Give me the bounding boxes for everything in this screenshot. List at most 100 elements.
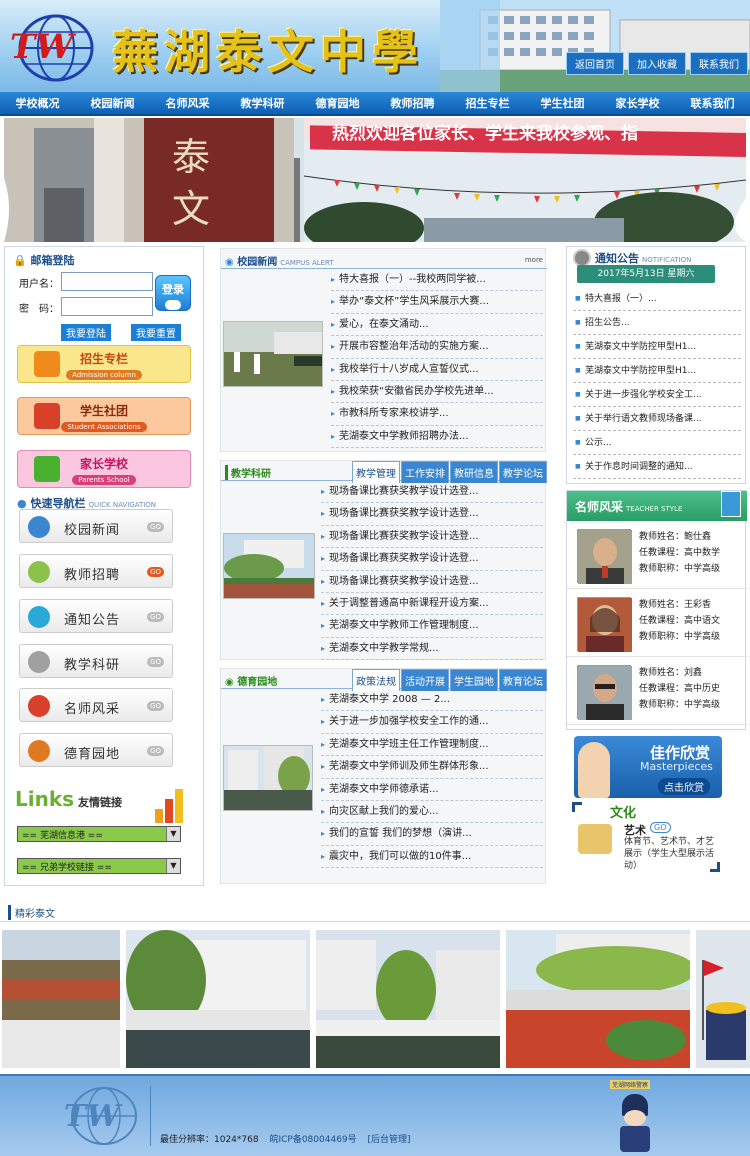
quicknav-moral[interactable]: 德育园地 GO [19, 733, 173, 767]
tab-activities[interactable]: 活动开展 [401, 669, 449, 691]
nav-teachers[interactable]: 名师风采 [162, 95, 214, 111]
news-item[interactable]: 爱心，在泰文涌动... [331, 314, 543, 337]
tab-research-info[interactable]: 教研信息 [450, 461, 498, 483]
tab-student-garden[interactable]: 学生园地 [450, 669, 498, 691]
admin-link[interactable]: [后台管理] [368, 1135, 411, 1145]
password-input[interactable] [61, 297, 153, 316]
login-button[interactable]: 登录 [155, 275, 191, 311]
moral-item[interactable]: 芜湖泰文中学 2008 — 2... [321, 689, 543, 712]
research-item[interactable]: 现场备课比赛获奖教学设计选登... [321, 571, 543, 593]
nav-admission[interactable]: 招生专栏 [462, 95, 514, 111]
moral-item[interactable]: 向灾区献上我们的爱心... [321, 801, 543, 824]
globe-icon [28, 606, 50, 628]
research-item[interactable]: 关于调整普通高中新课程开设方案... [321, 593, 543, 616]
pinwheel-icon [28, 740, 50, 762]
quicknav-recruit[interactable]: 教师招聘 GO [19, 554, 173, 588]
tab-education-forum[interactable]: 教育论坛 [499, 669, 547, 691]
culture-go-button[interactable]: GO [650, 822, 671, 833]
home-link[interactable]: 返回首页 [566, 52, 624, 75]
moral-list: 芜湖泰文中学 2008 — 2... 关于进一步加强学校安全工作的通... 芜湖… [321, 689, 543, 869]
teacher-card[interactable]: 教师姓名：鲍仕鑫 任教课程：高中数学 教师职称：中学高级 [567, 523, 747, 589]
nav-news[interactable]: 校园新闻 [87, 95, 139, 111]
main-nav: 学校概况 校园新闻 名师风采 教学科研 德育园地 教师招聘 招生专栏 学生社团 … [0, 92, 750, 116]
circle-icon: ◉ [225, 677, 234, 688]
research-item[interactable]: 现场备课比赛获奖教学设计选登... [321, 503, 543, 526]
school-logo[interactable]: TW [6, 12, 98, 82]
more-link[interactable]: more [525, 256, 543, 264]
moral-item[interactable]: 芜湖泰文中学师德承诺... [321, 779, 543, 801]
news-item[interactable]: 芜湖泰文中学教师招聘办法... [331, 426, 543, 449]
links-chart-icon [155, 787, 189, 823]
top-links: 返回首页 加入收藏 联系我们 [566, 52, 748, 75]
notice-item[interactable]: 芜湖泰文中学防控甲型H1... [573, 335, 741, 359]
news-item[interactable]: 特大喜报（一）--我校两同学被... [331, 269, 543, 292]
moral-item[interactable]: 芜湖泰文中学师训及师生群体形象... [321, 756, 543, 779]
gallery-photo[interactable] [316, 930, 500, 1068]
icp-link[interactable]: 皖ICP备08004469号 [269, 1135, 356, 1145]
nav-clubs[interactable]: 学生社团 [537, 95, 589, 111]
nav-research[interactable]: 教学科研 [237, 95, 289, 111]
feature-admission[interactable]: 招生专栏 Admission column [17, 345, 191, 383]
view-button[interactable]: 点击欣赏 [658, 778, 710, 795]
research-item[interactable]: 芜湖泰文中学教学常规... [321, 638, 543, 661]
notice-item[interactable]: 招生公告... [573, 311, 741, 335]
feature-parents[interactable]: 家长学校 Parents School [17, 450, 191, 488]
moral-item[interactable]: 芜湖泰文中学班主任工作管理制度... [321, 734, 543, 757]
quicknav-news[interactable]: 校园新闻 GO [19, 509, 173, 543]
feature-clubs[interactable]: 学生社团 Student Associations [17, 397, 191, 435]
reset-button[interactable]: 我要重置 [131, 324, 181, 341]
notice-item[interactable]: 关于进一步强化学校安全工... [573, 383, 741, 407]
moral-item[interactable]: 震灾中，我们可以做的10件事... [321, 846, 543, 869]
news-item[interactable]: 我校荣获“安徽省民办学校先进单... [331, 381, 543, 404]
photos-title: 精彩泰文 [8, 905, 55, 920]
news-item[interactable]: 我校举行十八岁成人宣誓仪式... [331, 359, 543, 381]
tab-work-plan[interactable]: 工作安排 [401, 461, 449, 483]
favorite-link[interactable]: 加入收藏 [628, 52, 686, 75]
notice-item[interactable]: 公示... [573, 431, 741, 455]
tab-teaching-forum[interactable]: 教学论坛 [499, 461, 547, 483]
notice-item[interactable]: 特大喜报（一）... [573, 287, 741, 311]
local-links-select[interactable]: == 芜湖信息港 == ▼ [17, 826, 181, 842]
tab-teaching-management[interactable]: 教学管理 [352, 461, 400, 483]
teacher-card[interactable]: 教师姓名：王彩香 任教课程：高中语文 教师职称：中学高级 [567, 591, 747, 657]
middle-column: ◉ 校园新闻CAMPUS ALERT more 特大喜报（一）--我校两同学被.… [212, 246, 550, 894]
masterpieces-banner[interactable]: 佳作欣赏 Masterpieces 点击欣赏 [574, 736, 722, 798]
gallery-photo[interactable] [506, 930, 690, 1068]
notice-title: 通知公告 NOTIFICATION [595, 252, 692, 265]
quicknav-research[interactable]: 教学科研 GO [19, 644, 173, 678]
contact-link[interactable]: 联系我们 [690, 52, 748, 75]
quicknav-notice[interactable]: 通知公告 GO [19, 599, 173, 633]
moral-item[interactable]: 关于进一步加强学校安全工作的通... [321, 711, 543, 734]
nav-parents[interactable]: 家长学校 [612, 95, 664, 111]
teacher-title: 名师风采 TEACHER STYLE [575, 500, 683, 514]
research-item[interactable]: 现场备课比赛获奖教学设计选登... [321, 548, 543, 571]
research-item[interactable]: 芜湖泰文中学教师工作管理制度... [321, 615, 543, 638]
nav-contact[interactable]: 联系我们 [687, 95, 739, 111]
quicknav-teachers[interactable]: 名师风采 GO [19, 688, 173, 722]
register-button[interactable]: 我要登陆 [61, 324, 111, 341]
notice-item[interactable]: 关于举行语文教师现场备课... [573, 407, 741, 431]
nav-about[interactable]: 学校概况 [12, 95, 64, 111]
notice-item[interactable]: 芜湖泰文中学防控甲型H1... [573, 359, 741, 383]
research-section: 教学科研 教学管理 工作安排 教研信息 教学论坛 现场备课比赛获奖教学设计选登.… [220, 460, 547, 661]
moral-item[interactable]: 我们的宣誓 我们的梦想（演讲... [321, 823, 543, 846]
tab-policies[interactable]: 政策法规 [352, 669, 400, 691]
news-item[interactable]: 市教科所专家来校讲学... [331, 403, 543, 426]
teacher-card[interactable]: 教师姓名：刘鑫 任教课程：高中历史 教师职称：中学高级 [567, 659, 747, 725]
nav-moral[interactable]: 德育园地 [312, 95, 364, 111]
nav-recruit[interactable]: 教师招聘 [387, 95, 439, 111]
mail-login-title: 🔒 邮箱登陆 [13, 254, 75, 267]
research-item[interactable]: 现场备课比赛获奖教学设计选登... [321, 526, 543, 549]
gallery-photo[interactable] [2, 930, 120, 1068]
parents-icon [34, 456, 60, 482]
news-item[interactable]: 开展市容整治年活动的实施方案... [331, 336, 543, 359]
school-links-select[interactable]: == 兄弟学校链接 == ▼ [17, 858, 181, 874]
username-input[interactable] [61, 272, 153, 291]
tools-icon [28, 651, 50, 673]
gallery-photo[interactable] [126, 930, 310, 1068]
notice-item[interactable]: 关于作息时间调整的通知... [573, 455, 741, 479]
news-item[interactable]: 举办“泰文杯”学生风采展示大赛... [331, 291, 543, 314]
research-item[interactable]: 现场备课比赛获奖教学设计选登... [321, 481, 543, 504]
gallery-photo[interactable] [696, 930, 750, 1068]
police-badge[interactable]: 芜湖网络警察 [604, 1080, 668, 1156]
